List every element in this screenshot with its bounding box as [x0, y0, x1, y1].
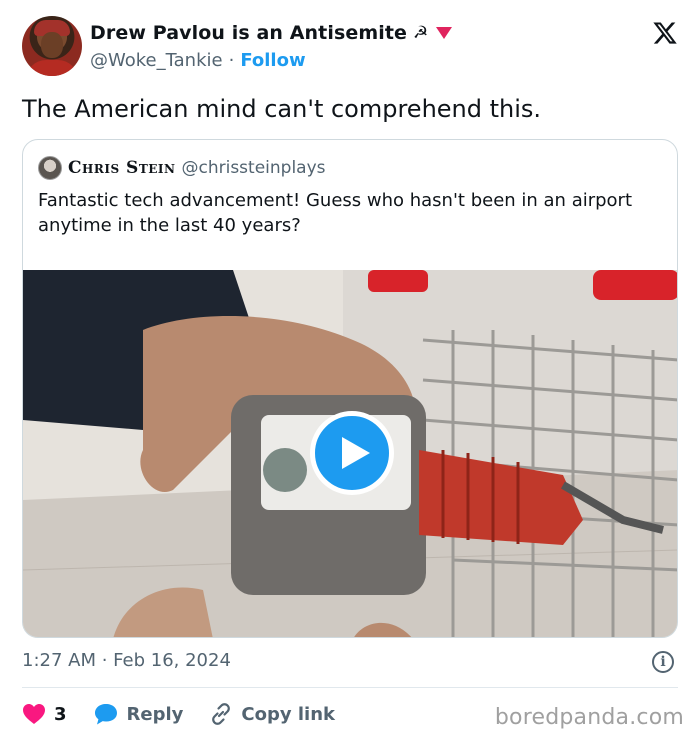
link-icon — [212, 703, 231, 725]
red-triangle-icon — [436, 27, 453, 39]
quoted-author-name: Chris Stein — [68, 158, 176, 178]
copy-link-label: Copy link — [241, 703, 335, 725]
video-thumbnail[interactable] — [23, 270, 677, 637]
author-handle[interactable]: @Woke_Tankie — [90, 50, 223, 71]
reply-button[interactable]: Reply — [93, 702, 184, 726]
quoted-author-avatar — [38, 156, 62, 180]
tweet-header: Drew Pavlou is an Antisemite ☭ @Woke_Tan… — [22, 16, 682, 78]
copy-link-button[interactable]: Copy link — [209, 702, 335, 726]
like-button[interactable]: 3 — [22, 703, 67, 725]
avatar-face — [41, 32, 63, 58]
info-icon[interactable]: i — [652, 651, 674, 673]
play-icon — [341, 437, 370, 469]
quoted-author-handle: @chrissteinplays — [181, 158, 326, 178]
author-display-name[interactable]: Drew Pavlou is an Antisemite — [90, 22, 407, 44]
action-bar: 3 Reply Copy link — [22, 700, 361, 728]
tweet-text: The American mind can't comprehend this. — [22, 95, 542, 123]
divider — [22, 687, 678, 688]
x-logo-icon[interactable] — [652, 20, 678, 46]
author-avatar[interactable] — [22, 16, 82, 76]
quoted-tweet-text: Fantastic tech advancement! Guess who ha… — [38, 190, 633, 236]
reply-bubble-icon — [94, 704, 117, 725]
author-name-row: Drew Pavlou is an Antisemite ☭ — [90, 22, 453, 44]
tweet-timestamp[interactable]: 1:27 AM · Feb 16, 2024 — [22, 650, 231, 671]
watermark: boredpanda.com — [494, 705, 684, 730]
quoted-tweet-card[interactable]: Chris Stein @chrissteinplays Fantastic t… — [22, 139, 678, 638]
follow-button[interactable]: Follow — [240, 50, 305, 71]
handle-separator: · — [228, 50, 235, 71]
reply-label: Reply — [126, 703, 184, 725]
avatar-shirt — [26, 60, 78, 76]
quoted-tweet-header: Chris Stein @chrissteinplays — [38, 156, 326, 180]
play-button[interactable] — [310, 411, 394, 495]
like-count: 3 — [54, 703, 67, 725]
heart-icon — [23, 704, 45, 724]
author-handle-row: @Woke_Tankie · Follow — [90, 50, 306, 71]
hammer-sickle-icon: ☭ — [413, 23, 429, 43]
